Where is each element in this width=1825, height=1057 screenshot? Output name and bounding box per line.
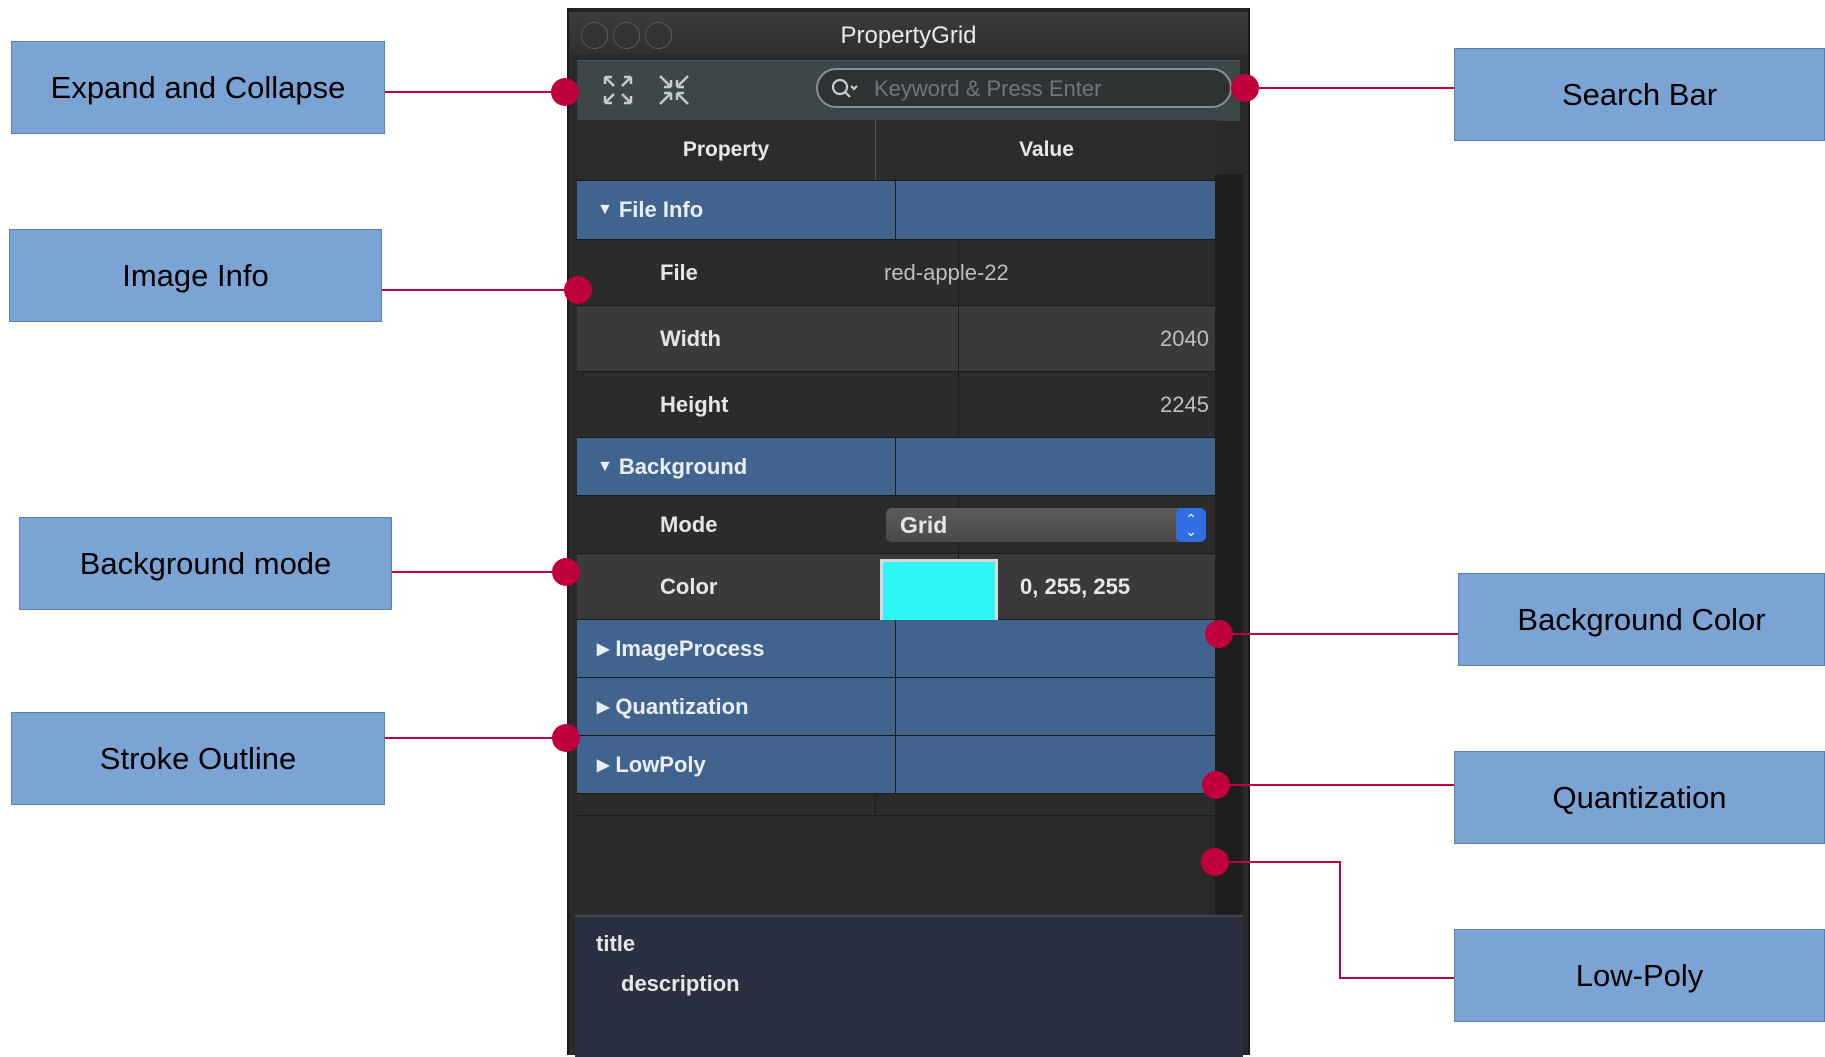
mode-select-value: Grid	[900, 512, 948, 538]
search-bar[interactable]	[816, 68, 1232, 108]
mode-select[interactable]: Grid ⌃ ⌄	[886, 508, 1206, 542]
property-row-color[interactable]: Color 0, 255, 255	[577, 554, 1217, 624]
callout-low-poly: Low-Poly	[1454, 929, 1825, 1022]
category-label: ImageProcess	[615, 635, 765, 661]
callout-expand-collapse: Expand and Collapse	[11, 41, 385, 134]
category-label: File Info	[618, 197, 704, 222]
callout-search-bar: Search Bar	[1454, 48, 1825, 141]
property-column-header[interactable]: Property	[577, 120, 876, 180]
callout-stroke-outline: Stroke Outline	[11, 712, 385, 805]
value-column-header[interactable]: Value	[876, 120, 1217, 180]
property-row-mode[interactable]: Mode Grid ⌃ ⌄	[577, 496, 1217, 554]
expand-arrows-icon[interactable]	[599, 73, 637, 107]
category-imageprocess[interactable]: ▶ ImageProcess	[577, 620, 1217, 678]
search-icon	[830, 76, 860, 102]
color-value: 0, 255, 255	[1020, 573, 1131, 599]
expanded-triangle-icon: ▼	[597, 457, 613, 475]
connector-line	[1215, 861, 1454, 979]
search-input[interactable]	[872, 73, 1216, 105]
category-label: Quantization	[615, 693, 749, 719]
select-chevrons-icon: ⌃ ⌄	[1176, 508, 1206, 542]
window-title: PropertyGrid	[840, 22, 977, 49]
empty-row	[577, 794, 1217, 816]
description-panel: title description	[575, 915, 1243, 1057]
collapsed-triangle-icon: ▶	[597, 640, 610, 658]
category-lowpoly[interactable]: ▶ LowPoly	[577, 736, 1217, 794]
column-header: Property Value	[577, 120, 1217, 181]
property-value: 2245	[1160, 391, 1209, 417]
expanded-triangle-icon: ▼	[597, 201, 613, 218]
property-value: red-apple-22	[884, 259, 1009, 285]
description-title: title	[596, 931, 636, 956]
color-swatch[interactable]	[880, 559, 998, 624]
callout-quantization: Quantization	[1454, 751, 1825, 844]
property-row-width[interactable]: Width 2040	[577, 306, 1217, 372]
property-value: 2040	[1160, 325, 1209, 351]
category-file-info[interactable]: ▼ File Info	[577, 181, 1217, 240]
callout-image-info: Image Info	[9, 229, 382, 322]
callout-background-mode: Background mode	[19, 517, 392, 610]
property-row-file[interactable]: File red-apple-22	[577, 240, 1217, 306]
callout-background-color: Background Color	[1458, 573, 1825, 666]
category-label: Background	[618, 453, 748, 479]
category-quantization[interactable]: ▶ Quantization	[577, 678, 1217, 736]
title-bar: PropertyGrid	[569, 8, 1248, 54]
property-row-height[interactable]: Height 2245	[577, 372, 1217, 438]
toolbar	[577, 60, 1240, 121]
category-label: LowPoly	[615, 751, 706, 777]
collapsed-triangle-icon: ▶	[597, 756, 610, 774]
property-grid-window: Property Grid Keyword & Press Enter Prope…	[567, 8, 1250, 1055]
category-background[interactable]: ▼ Background	[577, 438, 1217, 496]
vertical-scrollbar[interactable]	[1215, 174, 1243, 914]
collapsed-triangle-icon: ▶	[597, 698, 610, 716]
collapse-arrows-icon[interactable]	[655, 73, 693, 107]
description-text: description	[621, 971, 740, 996]
